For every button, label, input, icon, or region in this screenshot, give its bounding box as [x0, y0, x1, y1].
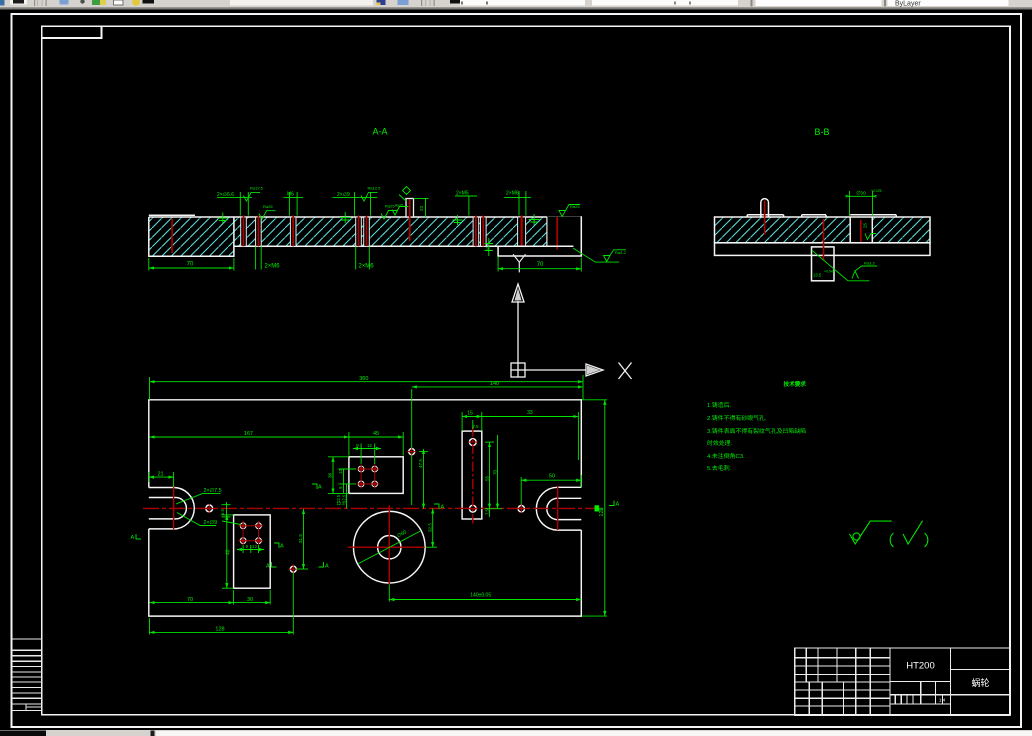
- svg-text:A: A: [318, 485, 322, 491]
- svg-text:2×M5: 2×M5: [456, 190, 469, 196]
- svg-text:12: 12: [367, 443, 372, 448]
- svg-text:2×M6: 2×M6: [506, 190, 519, 196]
- svg-text:∅30: ∅30: [856, 190, 866, 196]
- svg-text:40: 40: [226, 549, 232, 555]
- svg-text:360: 360: [359, 376, 368, 382]
- svg-text:45: 45: [373, 431, 379, 437]
- svg-text:A: A: [325, 564, 329, 570]
- svg-text:1:4: 1:4: [939, 698, 946, 703]
- svg-text:5.去毛刺.: 5.去毛刺.: [707, 464, 732, 472]
- svg-text:+0.025: +0.025: [871, 189, 882, 193]
- svg-text:5.5: 5.5: [220, 509, 225, 515]
- svg-text:Ra25: Ra25: [263, 204, 273, 209]
- svg-text:蜗轮: 蜗轮: [971, 677, 989, 688]
- svg-text:2×∅9: 2×∅9: [204, 520, 218, 526]
- svg-text:7.5: 7.5: [485, 509, 490, 515]
- svg-text:12: 12: [338, 469, 343, 474]
- svg-text:23: 23: [419, 205, 424, 211]
- svg-text:7.5: 7.5: [473, 424, 479, 429]
- svg-text:B-B: B-B: [814, 127, 829, 137]
- svg-text:A-A: A-A: [372, 127, 387, 137]
- svg-text:70: 70: [187, 597, 193, 603]
- svg-text:12.5: 12.5: [337, 501, 346, 506]
- svg-text:技术要求: 技术要求: [784, 380, 807, 388]
- svg-text:2×M6: 2×M6: [264, 264, 280, 270]
- svg-text:21: 21: [157, 471, 163, 477]
- svg-text:13.5: 13.5: [813, 273, 822, 278]
- svg-text:32.5: 32.5: [428, 523, 433, 532]
- svg-text:140±0.05: 140±0.05: [470, 593, 491, 599]
- svg-text:38: 38: [328, 472, 333, 478]
- svg-text:Ra25: Ra25: [395, 204, 403, 208]
- svg-text:1.铸造后.: 1.铸造后.: [707, 401, 732, 409]
- svg-text:A: A: [616, 502, 620, 508]
- svg-text:+0.043: +0.043: [824, 270, 835, 274]
- svg-text:Ra25: Ra25: [385, 204, 395, 209]
- svg-text:70: 70: [537, 262, 544, 268]
- svg-text:2×∅6.6: 2×∅6.6: [217, 192, 234, 198]
- svg-text:140: 140: [490, 381, 499, 387]
- svg-text:70: 70: [187, 262, 194, 268]
- svg-text:12: 12: [252, 544, 257, 549]
- svg-text:12.5: 12.5: [595, 507, 604, 512]
- svg-text:55: 55: [485, 475, 490, 481]
- svg-text:Ra25: Ra25: [570, 204, 580, 209]
- svg-text:ByLayer: ByLayer: [895, 1, 921, 8]
- svg-text:2×∅7.5: 2×∅7.5: [204, 488, 222, 494]
- svg-text:30: 30: [247, 597, 253, 603]
- svg-text:HT200: HT200: [906, 661, 935, 672]
- svg-text:70: 70: [493, 469, 498, 475]
- svg-text:3.铸件表面不得有裂纹气孔及凹陷缺陷: 3.铸件表面不得有裂纹气孔及凹陷缺陷: [707, 427, 806, 435]
- svg-text:4.未注倒角C3.: 4.未注倒角C3.: [707, 452, 745, 460]
- svg-text:Ra3.2: Ra3.2: [615, 250, 626, 255]
- svg-text:A: A: [441, 505, 445, 511]
- svg-text:2×M6: 2×M6: [358, 264, 374, 270]
- svg-text:M6: M6: [287, 192, 294, 198]
- svg-text:Ra3.2: Ra3.2: [864, 261, 875, 266]
- svg-text:33: 33: [527, 410, 533, 416]
- svg-text:A: A: [131, 535, 135, 541]
- svg-text:31.5: 31.5: [298, 534, 303, 543]
- svg-text:25: 25: [863, 223, 868, 228]
- svg-text:50: 50: [549, 474, 555, 480]
- svg-text:47.5: 47.5: [418, 459, 423, 468]
- svg-text:128: 128: [215, 627, 224, 633]
- svg-text:Ra12.5: Ra12.5: [368, 186, 382, 191]
- svg-text:2×∅9: 2×∅9: [337, 192, 350, 198]
- svg-text:2.铸件不得有砂眼气孔.: 2.铸件不得有砂眼气孔.: [707, 414, 767, 422]
- svg-text:时效处理.: 时效处理.: [707, 439, 733, 447]
- svg-text:Ra12.5: Ra12.5: [250, 186, 264, 191]
- svg-text:15: 15: [467, 411, 473, 417]
- svg-text:167: 167: [244, 431, 253, 437]
- svg-text:A: A: [280, 544, 284, 550]
- svg-text:A: A: [266, 564, 270, 570]
